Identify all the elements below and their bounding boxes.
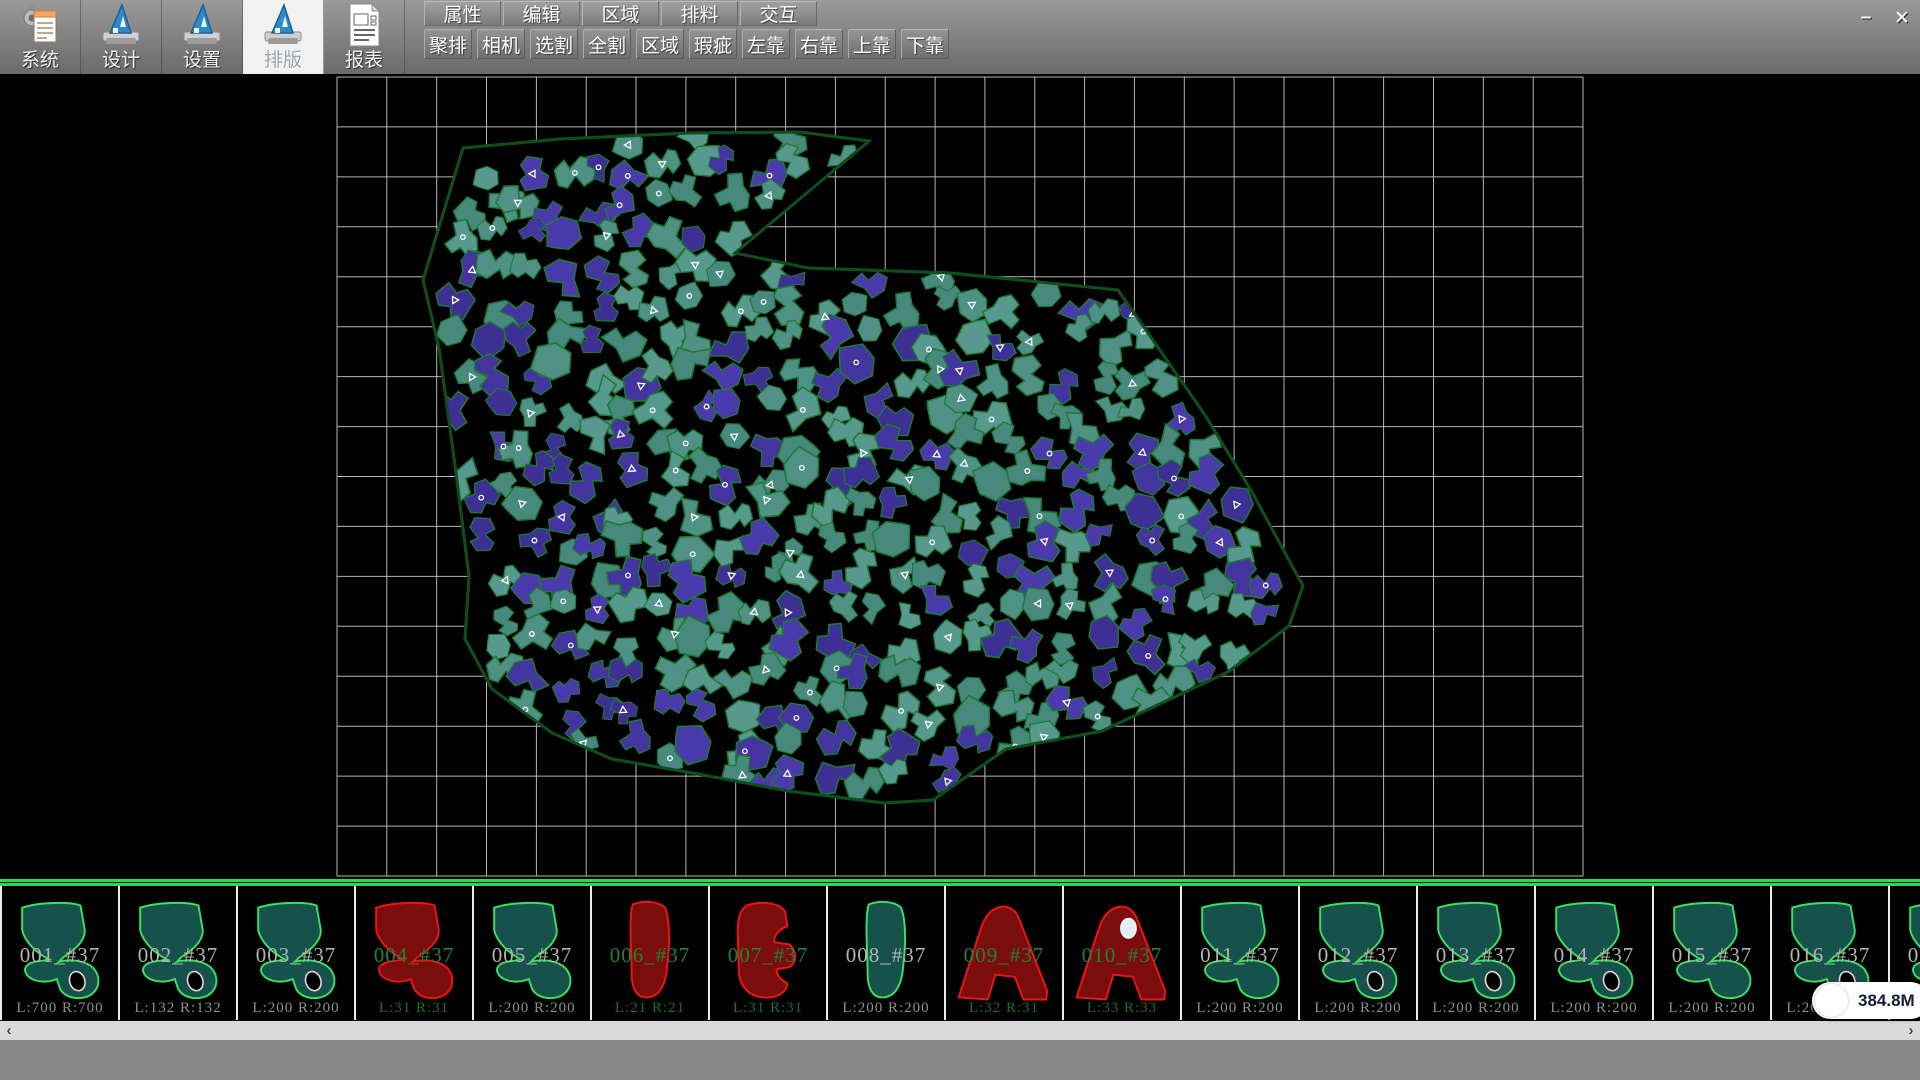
close-button[interactable]: ✕ bbox=[1888, 6, 1916, 30]
part-name: 016_#37 bbox=[1772, 943, 1888, 968]
thumbnail-cell[interactable]: 008_#37 L:200 R:200 bbox=[828, 886, 946, 1020]
tab-design[interactable]: 设计 bbox=[81, 0, 162, 74]
part-name: 015_#37 bbox=[1654, 943, 1770, 968]
thumbnail-cell[interactable]: 006_#37 L:21 R:21 bbox=[592, 886, 710, 1020]
tab-label: 报表 bbox=[345, 49, 383, 72]
part-lr-count: L:200 R:200 bbox=[828, 1000, 944, 1017]
memory-value: 384.8M bbox=[1858, 991, 1915, 1011]
part-name: 004_#37 bbox=[356, 943, 472, 968]
ribbon-toolbar: 系统设计设置排版报表 属性编辑区域排料交互 聚排相机选割全割区域瑕疵左靠右靠上靠… bbox=[0, 0, 1920, 75]
menu-interact[interactable]: 交互 bbox=[740, 1, 817, 26]
tool-defect[interactable]: 瑕疵 bbox=[689, 29, 737, 59]
part-lr-count: L:200 R:200 bbox=[1418, 1000, 1534, 1017]
tab-system[interactable]: 系统 bbox=[0, 0, 81, 74]
gear-form-icon bbox=[17, 1, 63, 49]
tool-camera[interactable]: 相机 bbox=[477, 29, 525, 59]
thumbnail-cell[interactable]: 003_#37 L:200 R:200 bbox=[238, 886, 356, 1020]
ribbon-tabs: 系统 设计 设置 排版 报表 bbox=[0, 0, 405, 74]
application-window: 系统设计设置排版报表 属性编辑区域排料交互 聚排相机选割全割区域瑕疵左靠右靠上靠… bbox=[0, 0, 1920, 1080]
part-lr-count: L:132 R:132 bbox=[120, 1000, 236, 1017]
minimize-button[interactable]: – bbox=[1852, 6, 1880, 30]
tool-select-cut[interactable]: 选割 bbox=[530, 29, 578, 59]
part-lr-count: L:200 R:200 bbox=[238, 1000, 354, 1017]
tab-label: 排版 bbox=[264, 49, 302, 72]
part-name: 013_#37 bbox=[1418, 943, 1534, 968]
tool-align-left[interactable]: 左靠 bbox=[742, 29, 790, 59]
thumbnail-cell[interactable]: 005_#37 L:200 R:200 bbox=[474, 886, 592, 1020]
thumbnail-cell[interactable]: 012_#37 L:200 R:200 bbox=[1300, 886, 1418, 1020]
part-name: 006_#37 bbox=[592, 943, 708, 968]
tool-region[interactable]: 区域 bbox=[636, 29, 684, 59]
tab-label: 设置 bbox=[183, 49, 221, 72]
tool-align-top[interactable]: 上靠 bbox=[848, 29, 896, 59]
memory-badge: 38% 384.8M bbox=[1812, 982, 1920, 1019]
part-lr-count: L:32 R:31 bbox=[946, 1000, 1062, 1017]
part-name: 014_#37 bbox=[1536, 943, 1652, 968]
thumbnail-cell[interactable]: 014_#37 L:200 R:200 bbox=[1536, 886, 1654, 1020]
tab-report[interactable]: 报表 bbox=[324, 0, 405, 74]
tool-cut-all[interactable]: 全割 bbox=[583, 29, 631, 59]
thumbnail-cell[interactable]: 013_#37 L:200 R:200 bbox=[1418, 886, 1536, 1020]
thumbnail-cell[interactable]: 001_#37 L:700 R:700 bbox=[2, 886, 120, 1020]
thumbnail-strip: 001_#37L:700 R:700002_#37L:132 R:132003_… bbox=[0, 886, 1920, 1020]
ruler-icon bbox=[260, 1, 306, 49]
tab-label: 系统 bbox=[21, 49, 59, 72]
part-name: 005_#37 bbox=[474, 943, 590, 968]
part-lr-count: L:200 R:200 bbox=[1182, 1000, 1298, 1017]
nesting-canvas[interactable] bbox=[0, 74, 1920, 879]
part-name: 003_#37 bbox=[238, 943, 354, 968]
ruler-icon bbox=[98, 1, 144, 49]
window-controls: – ✕ bbox=[1852, 6, 1916, 30]
tab-layout[interactable]: 排版 bbox=[243, 0, 324, 74]
part-lr-count: L:200 R:200 bbox=[1300, 1000, 1416, 1017]
thumbnail-cell[interactable]: 002_#37 L:132 R:132 bbox=[120, 886, 238, 1020]
ribbon-menus: 属性编辑区域排料交互 bbox=[424, 1, 817, 26]
strip-separator bbox=[0, 879, 1920, 886]
part-name: 009_#37 bbox=[946, 943, 1062, 968]
part-name: 017_#37 bbox=[1890, 943, 1920, 968]
report-icon bbox=[341, 1, 387, 49]
tool-align-right[interactable]: 右靠 bbox=[795, 29, 843, 59]
part-lr-count: L:200 R:200 bbox=[1654, 1000, 1770, 1017]
ruler-icon bbox=[179, 1, 225, 49]
part-lr-count: L:31 R:31 bbox=[710, 1000, 826, 1017]
scroll-right-icon[interactable]: › bbox=[1902, 1022, 1920, 1039]
thumbnail-cell[interactable]: 004_#37 L:31 R:31 bbox=[356, 886, 474, 1020]
thumbnail-cell[interactable]: 009_#37 L:32 R:31 bbox=[946, 886, 1064, 1020]
part-name: 008_#37 bbox=[828, 943, 944, 968]
menu-nesting[interactable]: 排料 bbox=[661, 1, 738, 26]
part-lr-count: L:33 R:33 bbox=[1064, 1000, 1180, 1017]
menu-region[interactable]: 区域 bbox=[582, 1, 659, 26]
part-name: 007_#37 bbox=[710, 943, 826, 968]
thumbnail-cell[interactable]: 015_#37 L:200 R:200 bbox=[1654, 886, 1772, 1020]
menu-properties[interactable]: 属性 bbox=[424, 1, 501, 26]
scroll-left-icon[interactable]: ‹ bbox=[0, 1022, 18, 1039]
part-name: 002_#37 bbox=[120, 943, 236, 968]
thumbnail-cell[interactable]: 007_#37 L:31 R:31 bbox=[710, 886, 828, 1020]
part-name: 012_#37 bbox=[1300, 943, 1416, 968]
part-name: 001_#37 bbox=[2, 943, 118, 968]
part-lr-count: L:200 R:200 bbox=[474, 1000, 590, 1017]
tool-align-bottom[interactable]: 下靠 bbox=[901, 29, 949, 59]
part-name: 011_#37 bbox=[1182, 943, 1298, 968]
tool-cluster-nest[interactable]: 聚排 bbox=[424, 29, 472, 59]
horizontal-scrollbar[interactable]: ‹ › bbox=[0, 1021, 1920, 1040]
status-bar bbox=[0, 1040, 1920, 1080]
part-lr-count: L:200 R:200 bbox=[1536, 1000, 1652, 1017]
progress-circle: 38% bbox=[1814, 983, 1849, 1018]
tab-label: 设计 bbox=[102, 49, 140, 72]
thumbnail-cell[interactable]: 011_#37 L:200 R:200 bbox=[1182, 886, 1300, 1020]
part-name: 010_#37 bbox=[1064, 943, 1180, 968]
menu-edit[interactable]: 编辑 bbox=[503, 1, 580, 26]
ribbon-tools: 聚排相机选割全割区域瑕疵左靠右靠上靠下靠 bbox=[424, 29, 949, 59]
part-lr-count: L:700 R:700 bbox=[2, 1000, 118, 1017]
tab-settings[interactable]: 设置 bbox=[162, 0, 243, 74]
part-lr-count: L:21 R:21 bbox=[592, 1000, 708, 1017]
thumbnail-cell[interactable]: 010_#37 L:33 R:33 bbox=[1064, 886, 1182, 1020]
part-lr-count: L:31 R:31 bbox=[356, 1000, 472, 1017]
canvas-area bbox=[0, 74, 1920, 879]
